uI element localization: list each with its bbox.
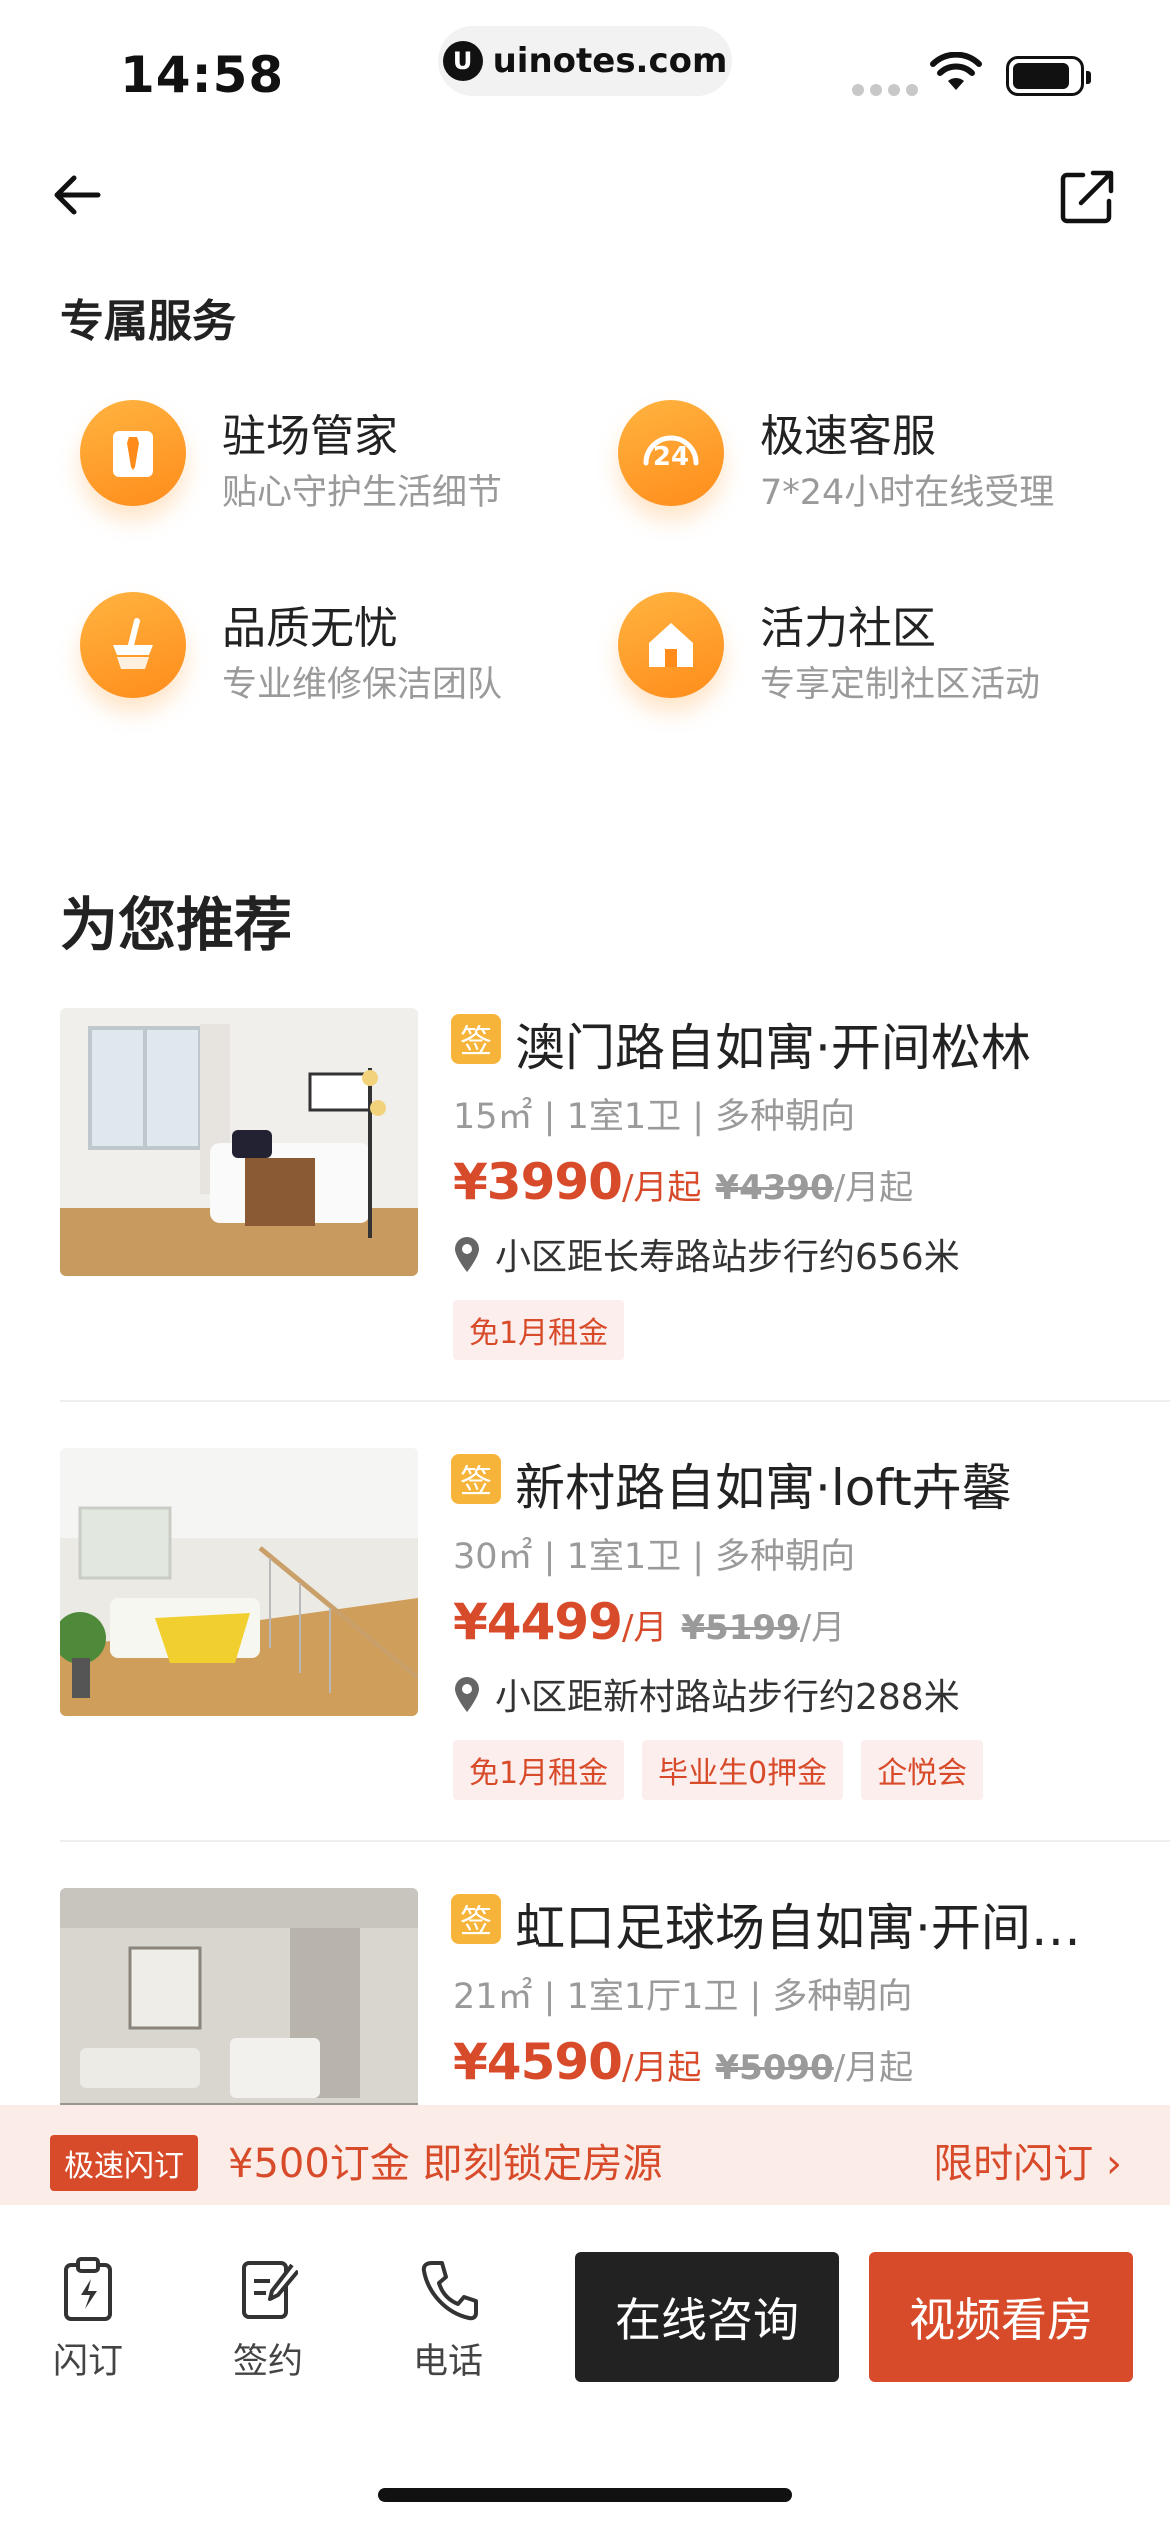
service-title: 品质无忧	[222, 603, 398, 654]
listing-tags: 免1月租金	[453, 1300, 625, 1360]
flash-order-banner[interactable]: 极速闪订 ¥500订金 即刻锁定房源 限时闪订 ›	[0, 2105, 1170, 2205]
price-unit: /月	[621, 1608, 668, 1648]
status-time: 14:58	[120, 46, 285, 104]
listing-card[interactable]: 签 新村路自如寓·loft卉馨 30㎡ | 1室1卫 | 多种朝向 ¥4499/…	[60, 1448, 1170, 1888]
original-price-value: ¥5199	[681, 1608, 800, 1648]
price-unit: /月起	[621, 1168, 702, 1208]
listing-price: ¥4590/月起 ¥5090/月起	[453, 2033, 913, 2091]
listing-meta: 30㎡ | 1室1卫 | 多种朝向	[453, 1537, 856, 1577]
signed-badge: 签	[451, 1894, 501, 1944]
flash-order-badge: 极速闪订	[50, 2135, 198, 2191]
battery-icon	[1006, 56, 1091, 96]
signed-badge: 签	[451, 1014, 501, 1064]
screen: 14:58 U uinotes.com 专属服务 驻场管家 贴心守护生活细节 2…	[0, 0, 1170, 2532]
phone-label: 电话	[412, 2342, 483, 2382]
listing-tag: 企悦会	[861, 1740, 984, 1800]
price-unit: /月起	[621, 2048, 702, 2088]
flash-order-button[interactable]: 闪订	[28, 2255, 148, 2384]
listing-photo	[60, 1888, 418, 2105]
original-price-unit: /月起	[833, 1168, 914, 1208]
signal-icon	[852, 84, 918, 96]
flash-order-link[interactable]: 限时闪订 ›	[933, 2131, 1122, 2189]
price-value: ¥3990	[453, 1153, 623, 1211]
listing-tag: 免1月租金	[453, 1740, 625, 1800]
url-pill[interactable]: U uinotes.com	[438, 26, 732, 96]
broom-icon	[80, 592, 186, 698]
listing-tags: 免1月租金 毕业生0押金 企悦会	[453, 1740, 984, 1800]
listing-tag: 毕业生0押金	[642, 1740, 844, 1800]
listing-title: 新村路自如寓·loft卉馨	[515, 1459, 1012, 1517]
flash-order-label: 闪订	[52, 2342, 123, 2382]
listing-price: ¥3990/月起 ¥4390/月起	[453, 1153, 913, 1211]
original-price-unit: /月起	[833, 2048, 914, 2088]
original-price: ¥5199/月	[681, 1608, 845, 1648]
signed-badge: 签	[451, 1454, 501, 1504]
url-text: uinotes.com	[492, 41, 728, 81]
listing-card[interactable]: 签 澳门路自如寓·开间松林 15㎡ | 1室1卫 | 多种朝向 ¥3990/月起…	[60, 1008, 1170, 1448]
divider	[60, 1400, 1170, 1402]
video-viewing-button[interactable]: 视频看房	[869, 2252, 1133, 2382]
back-arrow-icon[interactable]	[48, 165, 108, 225]
sign-contract-label: 签约	[232, 2342, 303, 2382]
phone-button[interactable]: 电话	[388, 2255, 508, 2384]
sign-contract-button[interactable]: 签约	[208, 2255, 328, 2384]
service-community[interactable]: 活力社区 专享定制社区活动	[600, 572, 1120, 722]
listing-title: 虹口足球场自如寓·开间…	[515, 1899, 1081, 1957]
service-butler[interactable]: 驻场管家 贴心守护生活细节	[62, 380, 582, 530]
service-subtitle: 专享定制社区活动	[760, 665, 1041, 705]
sign-contract-icon	[242, 2261, 300, 2319]
listing-card[interactable]: 签 虹口足球场自如寓·开间… 21㎡ | 1室1厅1卫 | 多种朝向 ¥4590…	[60, 1888, 1170, 2105]
phone-icon	[421, 2261, 478, 2321]
original-price: ¥4390/月起	[715, 1168, 913, 1208]
24h-service-icon: 24	[618, 400, 724, 506]
listing-photo	[60, 1008, 418, 1276]
price-value: ¥4499	[453, 1593, 623, 1651]
listing-price: ¥4499/月 ¥5199/月	[453, 1593, 845, 1651]
service-subtitle: 7*24小时在线受理	[760, 473, 1055, 513]
service-title: 驻场管家	[222, 411, 398, 462]
original-price-value: ¥5090	[715, 2048, 834, 2088]
location-text: 小区距新村路站步行约288米	[495, 1677, 960, 1718]
flash-order-icon	[64, 2257, 112, 2321]
site-logo-icon: U	[442, 41, 483, 81]
service-subtitle: 贴心守护生活细节	[222, 473, 503, 513]
share-icon[interactable]	[1055, 165, 1119, 229]
listing-photo	[60, 1448, 418, 1716]
services-title: 专属服务	[60, 296, 236, 347]
status-bar: 14:58 U uinotes.com	[0, 0, 1170, 130]
wifi-icon	[930, 52, 982, 90]
location-text: 小区距长寿路站步行约656米	[495, 1237, 960, 1278]
location-pin-icon	[455, 1237, 479, 1272]
listing-title: 澳门路自如寓·开间松林	[515, 1019, 1031, 1077]
promo-message: ¥500订金 即刻锁定房源	[228, 2141, 663, 2187]
service-cleaning[interactable]: 品质无忧 专业维修保洁团队	[62, 572, 582, 722]
home-indicator[interactable]	[378, 2488, 792, 2502]
listing-tag: 免1月租金	[453, 1300, 625, 1360]
service-title: 极速客服	[760, 411, 936, 462]
house-icon	[618, 592, 724, 698]
listing-location: 小区距新村路站步行约288米	[453, 1668, 960, 1720]
bottom-action-bar: 闪订 签约 电话 在线咨询 视频看房	[0, 2205, 1170, 2532]
original-price: ¥5090/月起	[715, 2048, 913, 2088]
svg-text:24: 24	[653, 442, 689, 472]
original-price-value: ¥4390	[715, 1168, 834, 1208]
butler-icon	[80, 400, 186, 506]
online-consult-button[interactable]: 在线咨询	[575, 2252, 839, 2382]
listing-location: 小区距长寿路站步行约656米	[453, 1228, 960, 1280]
service-subtitle: 专业维修保洁团队	[222, 665, 503, 705]
price-value: ¥4590	[453, 2033, 623, 2091]
location-pin-icon	[455, 1677, 479, 1712]
service-support[interactable]: 24 极速客服 7*24小时在线受理	[600, 380, 1120, 530]
listing-meta: 15㎡ | 1室1卫 | 多种朝向	[453, 1097, 856, 1137]
original-price-unit: /月	[799, 1608, 846, 1648]
divider	[60, 1840, 1170, 1842]
listing-meta: 21㎡ | 1室1厅1卫 | 多种朝向	[453, 1977, 913, 2017]
recommend-title: 为您推荐	[60, 891, 293, 959]
service-title: 活力社区	[760, 603, 936, 654]
